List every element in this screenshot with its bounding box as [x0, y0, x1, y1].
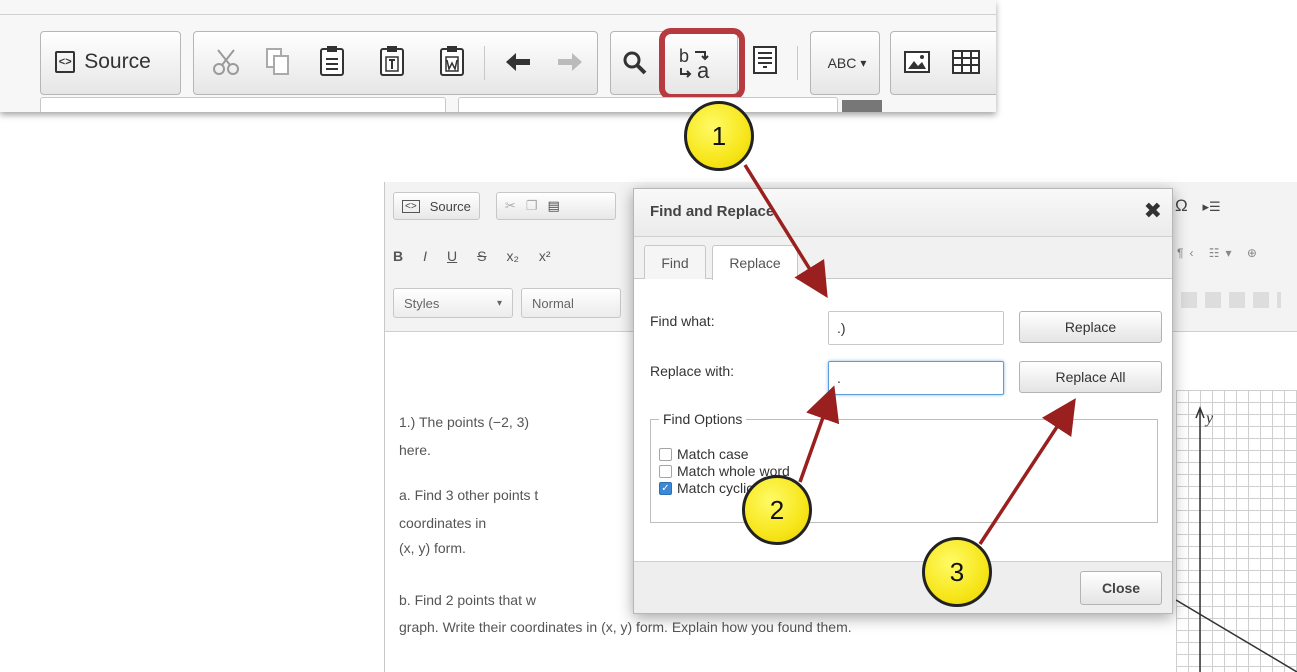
doc-line-6: b. Find 2 points that w — [399, 592, 536, 608]
close-button[interactable]: Close — [1080, 571, 1162, 605]
dialog-footer: Close — [634, 561, 1172, 613]
doc-line-1: 1.) The points (−2, 3) — [399, 414, 530, 430]
match-case-label: Match case — [677, 446, 749, 462]
replace-with-label: Replace with: — [650, 363, 735, 379]
strike-button[interactable]: S — [477, 248, 486, 264]
find-options-legend: Find Options — [659, 411, 747, 427]
format-combo-partial[interactable] — [458, 97, 838, 112]
match-cyclic-option[interactable]: ✓ Match cyclic — [659, 480, 753, 496]
source-icon: <> — [402, 199, 420, 213]
tab-find[interactable]: Find — [644, 245, 706, 279]
doc-line-2: here. — [399, 442, 431, 458]
close-icon[interactable]: ✖ — [1144, 199, 1162, 223]
find-options-group: Find Options Match case Match whole word… — [650, 411, 1158, 523]
replace-all-button[interactable]: Replace All — [1019, 361, 1162, 393]
source-button-label: Source — [84, 50, 151, 73]
superscript-button[interactable]: x² — [539, 248, 551, 264]
chevron-down-icon: ▾ — [496, 297, 502, 309]
format-combo[interactable]: Normal — [521, 288, 621, 318]
replace-with-input[interactable] — [828, 361, 1004, 395]
omega-icon: Ω — [1175, 196, 1188, 215]
find-replace-dialog: Find and Replace ✖ Find Replace Find wha… — [633, 188, 1173, 614]
editor-clipboard-group: ✂ ❐ ▤ — [495, 192, 616, 220]
editor-source-button[interactable]: <> Source — [393, 192, 480, 220]
editor-toolbar-row-2: B I U S x₂ x² — [393, 242, 551, 270]
copy-icon[interactable]: ❐ — [526, 198, 538, 214]
styles-combo-partial[interactable] — [40, 97, 446, 112]
match-case-option[interactable]: Match case — [659, 446, 749, 462]
paste-word-icon[interactable] — [438, 44, 466, 78]
dialog-tabs: Find Replace — [634, 237, 1172, 280]
table-icon[interactable] — [951, 48, 981, 76]
paragraph-tools[interactable]: ¶‹ ☷▾ ⊕ — [1177, 246, 1263, 260]
doc-line-7: graph. Write their coordinates in (x, y)… — [399, 619, 852, 635]
indent-icon: ▸☰ — [1202, 199, 1221, 214]
chevron-down-icon: ▾ — [860, 56, 867, 70]
select-all-icon[interactable] — [751, 44, 781, 78]
toolbar-top-divider — [0, 14, 996, 15]
graph-axes — [1176, 405, 1297, 672]
toolbar-separator — [797, 46, 798, 80]
styles-combo-label: Styles — [404, 295, 440, 311]
editor-source-label: Source — [429, 198, 471, 214]
copy-icon[interactable] — [264, 46, 292, 78]
toolbar-scroll-handle — [842, 100, 882, 112]
redo-icon[interactable] — [554, 48, 586, 76]
match-cyclic-label: Match cyclic — [677, 480, 754, 496]
dialog-title: Find and Replace — [650, 203, 775, 220]
doc-line-3: a. Find 3 other points t — [399, 487, 539, 503]
undo-icon[interactable] — [502, 48, 534, 76]
source-icon: <> — [55, 51, 76, 73]
alignment-tools[interactable] — [1181, 292, 1281, 308]
source-button[interactable]: <> Source — [55, 44, 151, 80]
callout-1: 1 — [684, 101, 754, 171]
replace-button[interactable]: Replace — [1019, 311, 1162, 343]
special-char-button[interactable]: Ω ▸☰ — [1175, 196, 1221, 216]
find-what-input[interactable] — [828, 311, 1004, 345]
editor-toolbar-row-3: Styles ▾ Normal — [393, 288, 621, 318]
match-case-checkbox[interactable] — [659, 447, 672, 461]
styles-combo[interactable]: Styles ▾ — [393, 288, 513, 318]
match-cyclic-checkbox[interactable]: ✓ — [659, 481, 672, 495]
find-what-label: Find what: — [650, 313, 715, 329]
paste-text-icon[interactable] — [378, 44, 406, 78]
callout-2: 2 — [742, 475, 812, 545]
graph-y-label: y — [1206, 410, 1214, 427]
find-icon[interactable] — [620, 48, 650, 78]
doc-line-5: (x, y) form. — [399, 540, 466, 556]
paste-icon[interactable]: ▤ — [547, 198, 559, 214]
paste-icon[interactable] — [318, 44, 346, 78]
format-combo-label: Normal — [532, 295, 574, 311]
editor-toolbar-row-1: <> Source ✂ ❐ ▤ — [393, 192, 616, 220]
spellcheck-button[interactable]: ABC ▾ — [818, 46, 876, 80]
replace-button-highlight — [659, 28, 745, 100]
toolbar-separator — [484, 46, 485, 80]
doc-line-4: coordinates in — [399, 515, 487, 531]
zoomed-toolbar-strip: <> Source b a ABC ▾ — [0, 0, 996, 112]
cut-icon[interactable]: ✂ — [505, 198, 516, 214]
image-icon[interactable] — [903, 48, 931, 76]
cut-icon[interactable] — [210, 46, 242, 78]
bold-button[interactable]: B — [393, 248, 403, 264]
callout-3: 3 — [922, 537, 992, 607]
italic-button[interactable]: I — [423, 248, 427, 264]
spellcheck-label: ABC — [827, 55, 857, 71]
underline-button[interactable]: U — [447, 248, 457, 264]
match-whole-word-checkbox[interactable] — [659, 464, 672, 478]
dialog-titlebar[interactable]: Find and Replace ✖ — [634, 189, 1172, 237]
tab-replace[interactable]: Replace — [712, 245, 798, 280]
subscript-button[interactable]: x₂ — [506, 248, 518, 264]
